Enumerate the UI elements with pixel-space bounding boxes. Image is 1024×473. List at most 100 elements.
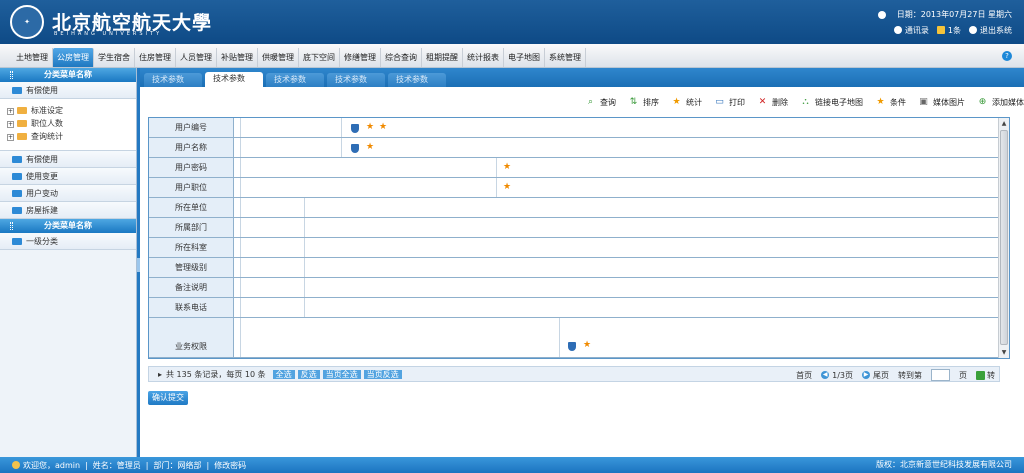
sidebar-item[interactable]: 有偿使用 (0, 151, 136, 168)
required-star-icon: ★ (366, 142, 375, 152)
tab[interactable]: 技术参数 (266, 73, 324, 87)
help-icon[interactable]: ? (1002, 51, 1012, 61)
nav-item[interactable]: 人员管理 (176, 48, 217, 67)
goto-page-input[interactable] (931, 369, 950, 381)
field-input[interactable]: ★ (241, 318, 998, 357)
field-input[interactable]: ★ (241, 158, 998, 177)
tab[interactable]: 技术参数 (388, 73, 446, 87)
field-input[interactable] (241, 278, 305, 297)
field-input[interactable] (241, 198, 305, 217)
field-input[interactable] (305, 258, 998, 277)
nav-item[interactable]: 修缮管理 (340, 48, 381, 67)
field-input[interactable] (305, 298, 998, 317)
sidebar-item[interactable]: 用户变动 (0, 185, 136, 202)
last-page-link[interactable]: 尾页 (873, 370, 889, 381)
pager-select-button[interactable]: 当页反选 (363, 369, 402, 379)
toolbar-button[interactable]: ⛬ 链接电子地图 (801, 97, 863, 108)
shield-icon (568, 342, 576, 351)
prev-page-icon[interactable]: ◀ (821, 371, 830, 379)
nav-item[interactable]: 底下空间 (299, 48, 340, 67)
submit-button[interactable]: 确认提交 (148, 391, 188, 405)
tab[interactable]: 技术参数 (327, 73, 385, 87)
sidebar: 分类菜单名称 有偿使用 + 标准设定 + 职位人数 + 查询统计 有偿使用 使用变更 用户变动… (0, 68, 137, 457)
first-page-link[interactable]: 首页 (796, 370, 812, 381)
scroll-up-icon[interactable]: ▲ (999, 118, 1009, 129)
tree-item[interactable]: + 职位人数 (7, 117, 136, 130)
sidebar-item[interactable]: 房屋拆建 (0, 202, 136, 219)
field-divider (496, 158, 497, 177)
sidebar-section-top[interactable]: 有偿使用 (0, 82, 136, 99)
field-input[interactable]: ★ (241, 138, 998, 157)
star-icon: ★ (876, 96, 885, 107)
nav-item[interactable]: 电子地图 (504, 48, 545, 67)
pager-select-button[interactable]: 当页全选 (322, 369, 361, 379)
expand-icon[interactable]: + (7, 121, 14, 128)
field-label: 管理级别 (149, 258, 234, 277)
form-row: 联系电话 (149, 298, 998, 318)
expand-icon[interactable]: + (7, 134, 14, 141)
messages-link[interactable]: 1条 (936, 23, 961, 39)
field-cell (234, 178, 241, 197)
user-name: 姓名：管理员 (92, 460, 141, 470)
nav-item[interactable]: 供暖管理 (258, 48, 299, 67)
nav-item[interactable]: 公房管理 (53, 48, 94, 67)
form-row: 管理级别 (149, 258, 998, 278)
scroll-down-icon[interactable]: ▼ (999, 347, 1009, 358)
toolbar-button[interactable]: ⌕ 查询 (586, 97, 616, 108)
field-cell (234, 138, 241, 157)
nav-item[interactable]: 土地管理 (12, 48, 53, 67)
expand-icon[interactable]: + (7, 108, 14, 115)
sidebar-section-bottom[interactable]: 一级分类 (0, 233, 136, 250)
pager-select-button[interactable]: 全选 (272, 369, 295, 379)
nav-item[interactable]: 系统管理 (545, 48, 586, 67)
toolbar-button[interactable]: ▣ 媒体图片 (919, 97, 965, 108)
sidebar-sections: 有偿使用 使用变更用户变动房屋拆建 (0, 151, 136, 219)
field-divider (341, 118, 342, 137)
tree-item[interactable]: + 标准设定 (7, 104, 136, 117)
scroll-thumb[interactable] (1000, 130, 1008, 345)
pager-select-button[interactable]: 反选 (297, 369, 320, 379)
tab[interactable]: 技术参数 (144, 73, 202, 87)
field-input[interactable] (305, 198, 998, 217)
sidebar-item-label: 用户变动 (26, 189, 58, 198)
go-icon[interactable] (976, 370, 985, 380)
nav-item[interactable]: 学生宿舍 (94, 48, 135, 67)
logout-link[interactable]: 退出系统 (969, 23, 1012, 39)
go-button[interactable]: 转 (987, 370, 995, 381)
field-input[interactable] (241, 258, 305, 277)
nav-item[interactable]: 统计报表 (463, 48, 504, 67)
tab[interactable]: 技术参数 (205, 72, 263, 87)
vertical-scrollbar[interactable]: ▲ ▼ (998, 118, 1009, 358)
toolbar-button[interactable]: ⇅ 排序 (629, 97, 659, 108)
search-icon: ⌕ (587, 96, 594, 107)
toolbar-button[interactable]: ✕ 删除 (758, 97, 788, 108)
tree-item[interactable]: + 查询统计 (7, 130, 136, 143)
toolbar-button[interactable]: ★ 统计 (672, 97, 702, 108)
tree-item-label: 职位人数 (31, 119, 63, 128)
folder-icon (17, 133, 27, 140)
toolbar-button[interactable]: ⊕ 添加媒体 (978, 97, 1024, 108)
toolbar-button[interactable]: ▭ 打印 (715, 97, 745, 108)
toolbar: ⌕ 查询 ⇅ 排序 ★ 统计 ▭ 打印 ✕ 删除 ⛬ 链接电子地图 ★ 条件 ▣ 媒体图片 ⊕ 添加媒体 (140, 95, 1024, 109)
change-password-link[interactable]: 修改密码 (214, 460, 246, 471)
nav-item[interactable]: 住房管理 (135, 48, 176, 67)
field-input[interactable] (305, 218, 998, 237)
pager-arrow-icon: ▸ (158, 369, 163, 379)
nav-item[interactable]: 租期提醒 (422, 48, 463, 67)
sidebar-item[interactable]: 使用变更 (0, 168, 136, 185)
grip-icon (10, 71, 13, 79)
next-page-icon[interactable]: ▶ (862, 371, 870, 379)
field-input[interactable] (305, 278, 998, 297)
field-input[interactable]: ★ (241, 178, 998, 197)
field-cell (234, 258, 241, 277)
field-input[interactable]: ★ ★ (241, 118, 998, 137)
toolbar-button[interactable]: ★ 条件 (876, 97, 906, 108)
toolbar-label: 链接电子地图 (815, 97, 863, 107)
field-input[interactable] (305, 238, 998, 257)
field-input[interactable] (241, 238, 305, 257)
nav-item[interactable]: 综合查询 (381, 48, 422, 67)
field-input[interactable] (241, 218, 305, 237)
field-input[interactable] (241, 298, 305, 317)
contacts-link[interactable]: 通讯录 (893, 23, 929, 39)
nav-item[interactable]: 补贴管理 (217, 48, 258, 67)
